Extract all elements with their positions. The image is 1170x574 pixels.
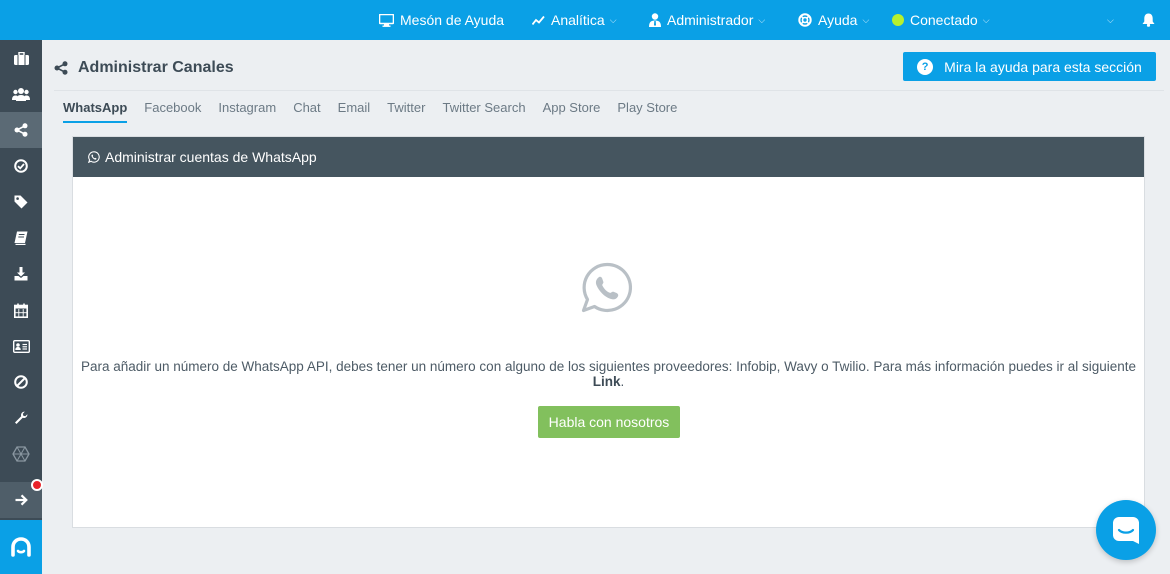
trend-chart-icon <box>532 15 545 25</box>
section-help-label: Mira la ayuda para esta sección <box>944 58 1142 75</box>
channel-tabs: WhatsApp Facebook Instagram Chat Email T… <box>63 100 694 123</box>
sidebar-item-users[interactable] <box>0 76 42 112</box>
notifications-button[interactable] <box>1142 0 1161 40</box>
chevron-down-icon: ⌵ <box>609 14 617 25</box>
page-title: Administrar Canales <box>54 59 234 77</box>
panel-body: Para añadir un número de WhatsApp API, d… <box>73 177 1144 527</box>
info-period: . <box>620 374 625 389</box>
chevron-down-icon: ⌵ <box>1107 14 1114 25</box>
users-icon <box>12 88 30 101</box>
sidebar-item-tasks[interactable] <box>0 148 42 184</box>
page-header: Administrar Canales ? Mira la ayuda para… <box>54 48 1164 91</box>
tab-email[interactable]: Email <box>338 100 371 123</box>
tab-twitter[interactable]: Twitter <box>387 100 425 123</box>
sidebar-item-downloads[interactable] <box>0 256 42 292</box>
share-icon <box>14 123 28 137</box>
panel-title: Administrar cuentas de WhatsApp <box>105 149 317 165</box>
talk-to-us-button[interactable]: Habla con nosotros <box>538 406 680 438</box>
tab-play-store[interactable]: Play Store <box>617 100 677 123</box>
chat-launcher-button[interactable] <box>1096 500 1156 560</box>
helpdesk-menu[interactable]: Mesón de Ayuda <box>379 0 504 40</box>
info-message: Para añadir un número de WhatsApp API, d… <box>73 359 1144 389</box>
status-menu[interactable]: Conectado ⌵ <box>892 0 990 40</box>
tab-app-store[interactable]: App Store <box>543 100 601 123</box>
tab-instagram[interactable]: Instagram <box>218 100 276 123</box>
calendar-icon <box>14 303 28 318</box>
section-help-button[interactable]: ? Mira la ayuda para esta sección <box>903 52 1156 81</box>
tag-icon <box>14 195 28 209</box>
life-ring-icon <box>798 13 812 27</box>
whatsapp-panel: Administrar cuentas de WhatsApp Para aña… <box>72 136 1145 528</box>
id-card-icon <box>12 339 30 353</box>
whatsapp-icon <box>88 151 100 163</box>
sidebar-item-briefcase[interactable] <box>0 40 42 76</box>
sidebar-item-knowledge[interactable] <box>0 220 42 256</box>
sidebar-item-contacts[interactable] <box>0 328 42 364</box>
status-dot <box>892 14 904 26</box>
top-navbar: Mesón de Ayuda Analítica ⌵ Administrador… <box>0 0 1170 40</box>
help-menu[interactable]: Ayuda ⌵ <box>798 0 869 40</box>
sidebar-item-integrations[interactable] <box>0 436 42 472</box>
status-label: Conectado <box>910 12 978 28</box>
sidebar-item-channels[interactable] <box>0 112 42 148</box>
brand-logo-icon <box>11 537 31 557</box>
sidebar-item-settings[interactable] <box>0 400 42 436</box>
question-circle-icon: ? <box>917 58 934 75</box>
notification-badge <box>31 479 43 491</box>
briefcase-icon <box>13 51 29 65</box>
tab-whatsapp[interactable]: WhatsApp <box>63 100 128 123</box>
monitor-icon <box>379 13 394 27</box>
sidebar-item-blocked[interactable] <box>0 364 42 400</box>
tab-chat[interactable]: Chat <box>293 100 320 123</box>
info-link[interactable]: Link <box>593 374 621 389</box>
admin-menu[interactable]: Administrador ⌵ <box>649 0 765 40</box>
arrow-right-icon <box>15 494 28 506</box>
info-message-text: Para añadir un número de WhatsApp API, d… <box>80 359 1137 374</box>
tab-twitter-search[interactable]: Twitter Search <box>442 100 525 123</box>
panel-header: Administrar cuentas de WhatsApp <box>73 137 1144 177</box>
user-tie-icon <box>649 13 661 27</box>
check-circle-icon <box>14 159 28 173</box>
admin-label: Administrador <box>667 12 754 28</box>
page-title-text: Administrar Canales <box>78 59 234 76</box>
sidebar-item-tags[interactable] <box>0 184 42 220</box>
brand-logo[interactable] <box>0 520 42 574</box>
network-icon <box>12 446 30 462</box>
sidebar-item-calendar[interactable] <box>0 292 42 328</box>
analytics-menu[interactable]: Analítica ⌵ <box>532 0 617 40</box>
wrench-icon <box>15 411 28 424</box>
share-icon <box>54 61 68 75</box>
helpdesk-label: Mesón de Ayuda <box>400 12 505 28</box>
analytics-label: Analítica <box>551 12 605 28</box>
chevron-down-icon: ⌵ <box>758 14 766 25</box>
profile-dropdown[interactable]: ⌵ <box>1102 0 1114 40</box>
bell-icon <box>1142 13 1155 27</box>
sidebar <box>0 40 42 574</box>
download-icon <box>14 267 28 281</box>
book-icon <box>14 231 28 245</box>
help-label: Ayuda <box>818 12 858 28</box>
whatsapp-icon <box>581 262 633 313</box>
tab-facebook[interactable]: Facebook <box>144 100 201 123</box>
chevron-down-icon: ⌵ <box>982 14 990 25</box>
ban-icon <box>14 375 28 389</box>
chevron-down-icon: ⌵ <box>862 14 870 25</box>
chat-bubble-icon <box>1113 517 1139 544</box>
